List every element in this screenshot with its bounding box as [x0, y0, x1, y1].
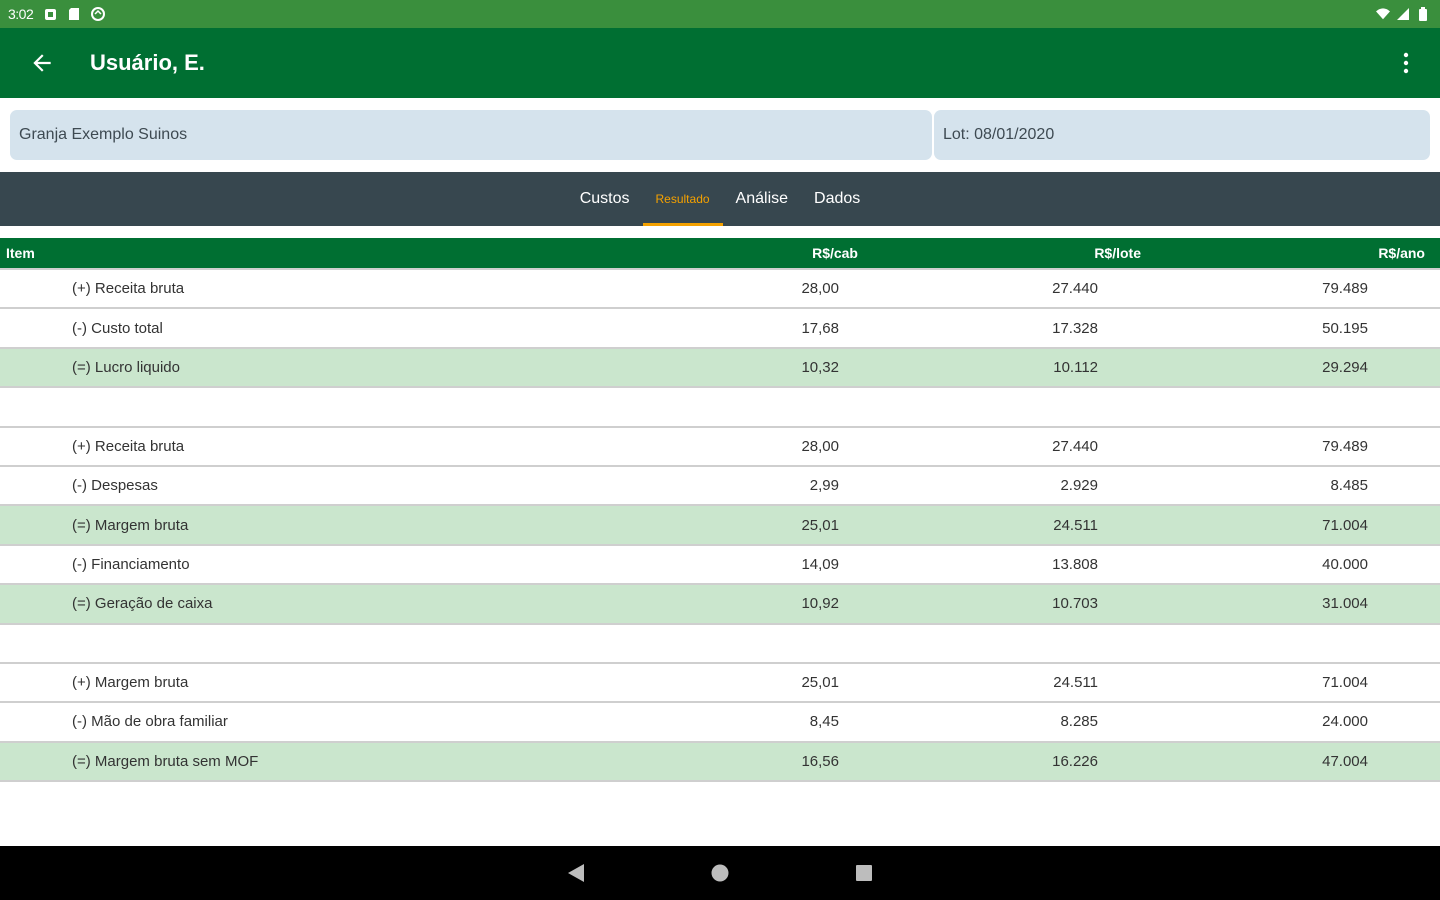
cell-cab: 14,09 — [801, 555, 839, 573]
tab-bar: Custos Resultado Análise Dados — [0, 172, 1440, 226]
status-right — [1376, 7, 1430, 21]
cell-item: (-) Mão de obra familiar — [72, 713, 228, 731]
nav-home-button[interactable] — [706, 859, 734, 887]
sd-card-icon — [67, 7, 81, 21]
table-row: (+) Receita bruta 28,00 27.440 79.489 — [0, 427, 1440, 467]
cell-item: (=) Margem bruta — [72, 516, 189, 534]
cell-item: (=) Lucro liquido — [72, 358, 180, 376]
cell-ano: 71.004 — [1322, 674, 1368, 692]
cell-ano: 47.004 — [1322, 752, 1368, 770]
back-triangle-icon — [568, 864, 584, 882]
cell-lote: 10.112 — [1053, 358, 1098, 376]
table-row: (=) Margem bruta 25,01 24.511 71.004 — [0, 506, 1440, 546]
battery-icon — [1416, 7, 1430, 21]
cell-ano: 8.485 — [1330, 477, 1368, 495]
header-ano: R$/ano — [1378, 245, 1425, 261]
cell-lote: 24.511 — [1053, 516, 1098, 534]
tab-analise[interactable]: Análise — [723, 172, 801, 226]
back-button[interactable] — [14, 35, 70, 91]
lot-selector[interactable]: Lot: 08/01/2020 — [934, 110, 1430, 160]
cell-item: (-) Custo total — [72, 319, 163, 337]
cell-item: (+) Receita bruta — [72, 280, 185, 298]
cell-item: (+) Margem bruta — [72, 674, 189, 692]
more-vert-icon — [1403, 52, 1409, 74]
cell-lote: 16.226 — [1052, 752, 1098, 770]
cell-item: (+) Receita bruta — [72, 437, 185, 455]
cell-lote: 2.929 — [1060, 477, 1098, 495]
overflow-menu-button[interactable] — [1386, 42, 1426, 84]
tab-custos[interactable]: Custos — [567, 172, 643, 226]
cell-ano: 31.004 — [1322, 595, 1368, 613]
cell-item: (-) Financiamento — [72, 555, 190, 573]
nav-recents-button[interactable] — [850, 859, 878, 887]
cell-item: (-) Despesas — [72, 477, 158, 495]
results-table: Item R$/cab R$/lote R$/ano (+) Receita b… — [0, 238, 1440, 783]
cell-cab: 2,99 — [809, 477, 839, 495]
cell-lote: 17.328 — [1052, 319, 1098, 337]
cell-ano: 50.195 — [1322, 319, 1368, 337]
farm-selector[interactable]: Granja Exemplo Suinos — [10, 110, 932, 160]
table-row: (-) Despesas 2,99 2.929 8.485 — [0, 466, 1440, 507]
header-cab: R$/cab — [812, 245, 858, 261]
cell-cab: 25,01 — [801, 516, 839, 534]
cell-cab: 17,68 — [801, 319, 839, 337]
cell-ano: 29.294 — [1322, 358, 1368, 376]
system-nav-bar — [0, 846, 1440, 900]
cell-lote: 24.511 — [1053, 674, 1098, 692]
cell-item: (=) Geração de caixa — [72, 595, 213, 613]
table-row: (=) Margem bruta sem MOF 16,56 16.226 47.00… — [0, 742, 1440, 783]
home-circle-icon — [711, 864, 729, 882]
table-row: (+) Receita bruta 28,00 27.440 79.489 — [0, 270, 1440, 310]
cell-cab: 28,00 — [801, 280, 839, 298]
wifi-icon — [1376, 7, 1390, 21]
page-title: Usuário, E. — [90, 50, 205, 75]
info-row: Granja Exemplo Suinos Lot: 08/01/2020 — [0, 98, 1440, 172]
cell-lote: 27.440 — [1052, 437, 1098, 455]
nav-back-button[interactable] — [562, 859, 590, 887]
arrow-back-icon — [33, 54, 51, 72]
cell-cab: 8,45 — [809, 713, 839, 731]
table-header: Item R$/cab R$/lote R$/ano — [0, 238, 1440, 270]
cell-item: (=) Margem bruta sem MOF — [72, 752, 259, 770]
cell-cab: 10,92 — [801, 595, 839, 613]
cell-lote: 8.285 — [1060, 713, 1098, 731]
table-row: (-) Financiamento 14,09 13.808 40.000 — [0, 545, 1440, 586]
table-row: (+) Margem bruta 25,01 24.511 71.004 — [0, 663, 1440, 704]
cell-lote: 13.808 — [1052, 555, 1098, 573]
cell-ano: 79.489 — [1322, 280, 1368, 298]
cell-cab: 25,01 — [801, 674, 839, 692]
sync-icon — [91, 7, 106, 21]
table-body: (+) Receita bruta 28,00 27.440 79.489 (-) Cu… — [0, 270, 1440, 783]
cell-cab: 10,32 — [801, 358, 839, 376]
cell-ano: 71.004 — [1322, 516, 1368, 534]
app-bar: Usuário, E. — [0, 28, 1440, 98]
cell-ano: 40.000 — [1322, 555, 1368, 573]
tab-resultado[interactable]: Resultado — [642, 172, 723, 226]
table-spacer-row — [0, 388, 1440, 428]
notification-icon — [43, 7, 57, 21]
tab-dados[interactable]: Dados — [801, 172, 873, 226]
cell-cab: 28,00 — [801, 437, 839, 455]
table-spacer-row — [0, 624, 1440, 664]
table-row: (=) Lucro liquido 10,32 10.112 29.294 — [0, 348, 1440, 389]
status-time: 3:02 — [8, 6, 34, 22]
cell-ano: 24.000 — [1322, 713, 1368, 731]
cell-lote: 27.440 — [1052, 280, 1098, 298]
table-row: (=) Geração de caixa 10,92 10.703 31.004 — [0, 585, 1440, 625]
table-row: (-) Mão de obra familiar 8,45 8.285 24.000 — [0, 703, 1440, 743]
signal-icon — [1396, 7, 1410, 21]
cell-ano: 79.489 — [1322, 437, 1368, 455]
status-bar: 3:02 — [0, 0, 1440, 28]
status-left: 3:02 — [8, 6, 106, 22]
recents-square-icon — [856, 865, 872, 881]
cell-cab: 16,56 — [801, 752, 839, 770]
header-lote: R$/lote — [1094, 245, 1141, 261]
header-item: Item — [6, 245, 35, 261]
table-row: (-) Custo total 17,68 17.328 50.195 — [0, 309, 1440, 349]
cell-lote: 10.703 — [1052, 595, 1098, 613]
divider — [0, 226, 1440, 238]
